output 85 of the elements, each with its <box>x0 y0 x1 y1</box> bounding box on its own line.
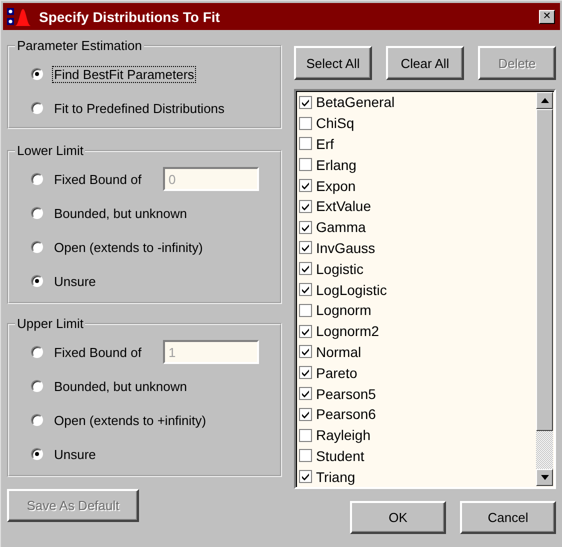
window-title: Specify Distributions To Fit <box>39 8 221 24</box>
checkbox[interactable] <box>299 324 312 338</box>
group-title: Parameter Estimation <box>16 38 143 53</box>
scrollbar[interactable] <box>536 91 554 487</box>
check-icon <box>301 410 310 419</box>
group-title: Lower Limit <box>16 143 84 158</box>
distribution-label[interactable]: Erf <box>316 136 334 152</box>
distribution-label[interactable]: Lognorm2 <box>316 323 380 340</box>
check-icon <box>301 264 310 274</box>
checkbox[interactable] <box>299 387 312 400</box>
distribution-label[interactable]: Normal <box>316 344 362 360</box>
checkbox[interactable] <box>299 408 312 421</box>
checkbox[interactable] <box>299 428 312 442</box>
checkbox[interactable] <box>299 283 312 296</box>
option-label[interactable]: Unsure <box>52 446 98 462</box>
list-button[interactable]: Clear All <box>386 46 464 80</box>
option-label[interactable]: Fixed Bound of <box>52 170 144 188</box>
option-label[interactable]: Open (extends to +infinity) <box>52 412 208 428</box>
option-label[interactable]: Unsure <box>52 272 98 290</box>
option-label[interactable]: Bounded, but unknown <box>52 204 189 222</box>
checkbox[interactable] <box>299 179 312 192</box>
checkbox[interactable] <box>299 241 312 254</box>
checkbox[interactable] <box>299 158 312 172</box>
check-icon <box>301 326 310 336</box>
radio-button[interactable] <box>31 173 43 185</box>
app-icon <box>7 6 31 26</box>
checkbox[interactable] <box>299 220 312 234</box>
distribution-label[interactable]: Pareto <box>316 364 358 381</box>
check-icon <box>301 472 310 482</box>
option-label[interactable]: Bounded, but unknown <box>52 378 189 394</box>
dialog-button[interactable]: Cancel <box>460 501 556 534</box>
distribution-label[interactable]: ChiSq <box>316 115 354 132</box>
radio-button[interactable] <box>31 346 43 358</box>
scroll-down-icon[interactable] <box>536 469 553 486</box>
list-button[interactable]: Select All <box>294 46 372 80</box>
distribution-label[interactable]: InvGauss <box>316 240 376 256</box>
checkbox[interactable] <box>299 470 312 484</box>
close-button[interactable]: ✕ <box>539 10 555 24</box>
checkbox[interactable] <box>299 200 312 213</box>
distribution-label[interactable]: Rayleigh <box>316 427 370 444</box>
group-title: Upper Limit <box>16 316 84 331</box>
distribution-label[interactable]: Expon <box>316 178 356 194</box>
distribution-label[interactable]: Triang <box>316 468 356 485</box>
check-icon <box>301 389 310 398</box>
checkbox[interactable] <box>299 304 312 317</box>
scroll-thumb[interactable] <box>536 109 553 431</box>
checkbox[interactable] <box>299 345 312 358</box>
distribution-label[interactable]: BetaGeneral <box>316 94 395 110</box>
option-label[interactable]: Open (extends to -infinity) <box>52 238 205 256</box>
distribution-label[interactable]: Gamma <box>316 219 366 236</box>
checkbox[interactable] <box>299 366 312 380</box>
distribution-label[interactable]: Pearson5 <box>316 386 376 402</box>
radio-button[interactable] <box>31 102 43 114</box>
radio-button[interactable] <box>31 275 43 287</box>
option-label[interactable]: Find BestFit Parameters <box>52 66 196 82</box>
check-icon <box>301 181 310 190</box>
check-icon <box>301 243 310 252</box>
distribution-label[interactable]: Student <box>316 448 364 464</box>
checkbox[interactable] <box>299 116 312 130</box>
distribution-label[interactable]: Lognorm <box>316 302 372 318</box>
scroll-up-icon[interactable] <box>536 92 553 109</box>
check-icon <box>301 202 310 211</box>
radio-button[interactable] <box>31 241 43 253</box>
distribution-label[interactable]: LogLogistic <box>316 282 387 298</box>
check-icon <box>301 285 310 294</box>
radio-button[interactable] <box>31 414 43 426</box>
distribution-label[interactable]: Erlang <box>316 156 356 173</box>
check-icon <box>301 222 310 232</box>
distribution-label[interactable]: Pearson6 <box>316 406 376 422</box>
check-icon <box>301 368 310 378</box>
checkbox[interactable] <box>299 262 312 276</box>
distribution-label[interactable]: ExtValue <box>316 198 371 214</box>
distribution-label[interactable]: Logistic <box>316 260 364 277</box>
radio-button[interactable] <box>31 448 43 460</box>
radio-button[interactable] <box>31 68 43 80</box>
checkbox[interactable] <box>299 96 312 109</box>
option-label[interactable]: Fixed Bound of <box>52 344 144 360</box>
checkbox[interactable] <box>299 137 312 150</box>
radio-button[interactable] <box>31 207 43 219</box>
checkbox[interactable] <box>299 449 312 462</box>
dialog-button[interactable]: OK <box>350 501 446 534</box>
option-label[interactable]: Fit to Predefined Distributions <box>52 100 227 116</box>
check-icon <box>301 98 310 107</box>
radio-button[interactable] <box>31 380 43 392</box>
check-icon <box>301 347 310 356</box>
